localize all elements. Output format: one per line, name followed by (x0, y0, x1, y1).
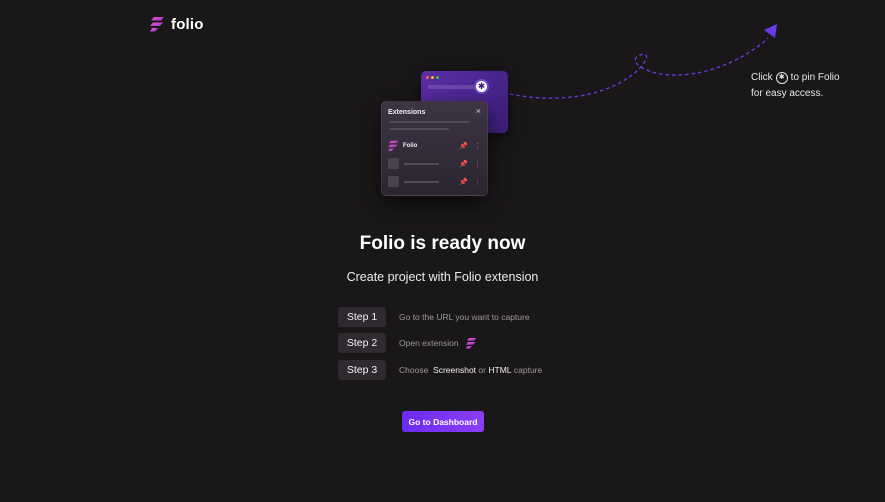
step-badge: Step 3 (338, 360, 386, 380)
pin-icon: 📌 (459, 160, 468, 168)
more-icon: ⋮ (474, 142, 481, 150)
more-icon: ⋮ (474, 178, 481, 186)
address-bar-placeholder (428, 85, 478, 89)
page-title: Folio is ready now (359, 233, 526, 254)
extensions-title: Extensions (388, 109, 426, 116)
folio-logo-icon (388, 140, 399, 151)
option-screenshot: Screenshot (433, 365, 477, 375)
extension-row-placeholder: 📌 ⋮ (388, 157, 481, 170)
extension-puzzle-icon: ✱ (474, 79, 489, 94)
dot-green (436, 76, 439, 79)
pin-tip-suffix: to pin Folio (790, 72, 840, 83)
extension-row-placeholder: 📌 ⋮ (388, 175, 481, 188)
pin-icon: 📌 (459, 142, 468, 150)
option-html: HTML (488, 365, 512, 375)
folio-logo-icon (465, 337, 476, 349)
close-icon: × (475, 106, 481, 116)
placeholder-line (404, 162, 439, 165)
step-text: or (478, 365, 486, 375)
step-badge: Step 1 (338, 307, 386, 327)
step-1: Step 1 Go to the URL you want to capture (338, 307, 530, 327)
pin-tip-line2: for easy access. (751, 87, 824, 99)
go-to-dashboard-button[interactable]: Go to Dashboard (402, 411, 484, 432)
step-text: Choose (399, 365, 429, 375)
arrowhead-icon (764, 24, 777, 38)
step-2: Step 2 Open extension (338, 333, 477, 353)
pin-tip-prefix: Click (751, 72, 773, 83)
step-text: capture (513, 365, 543, 375)
placeholder-line (404, 180, 439, 183)
step-text: Open extension (399, 338, 459, 348)
step-3: Step 3 Choose Screenshot or HTML capture (338, 360, 542, 380)
extension-row-folio: Folio 📌 ⋮ (388, 139, 481, 152)
dot-yellow (431, 76, 434, 79)
window-dots (426, 76, 439, 79)
dot-red (426, 76, 429, 79)
onboarding-page: folio Click ✱ to pin Folio for easy acce… (0, 0, 885, 502)
step-description: Open extension (399, 337, 477, 350)
extension-icon-placeholder (388, 158, 399, 169)
placeholder-line (389, 121, 469, 123)
step-badge: Step 2 (338, 333, 386, 353)
extension-name: Folio (403, 142, 418, 149)
extension-icon-placeholder (388, 176, 399, 187)
pin-tip: Click ✱ to pin Folio for easy access. (751, 70, 861, 101)
more-icon: ⋮ (474, 160, 481, 168)
puzzle-icon: ✱ (775, 71, 788, 84)
page-subtitle: Create project with Folio extension (346, 270, 539, 284)
step-description: Go to the URL you want to capture (399, 312, 530, 322)
placeholder-line (389, 128, 449, 130)
extensions-popup-illustration: Extensions × Folio 📌 ⋮ 📌 ⋮ 📌 ⋮ (381, 101, 488, 196)
dashed-curve (509, 37, 769, 99)
step-description: Choose Screenshot or HTML capture (399, 365, 542, 375)
pin-icon: 📌 (459, 178, 468, 186)
